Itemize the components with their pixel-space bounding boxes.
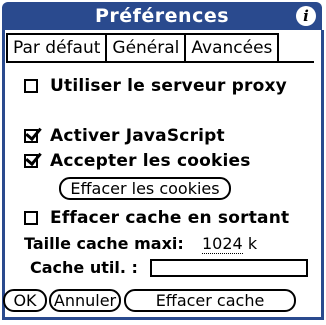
proxy-option[interactable]: Utiliser le serveur proxy	[24, 76, 287, 96]
clear-cache-button[interactable]: Effacer cache	[124, 289, 296, 312]
javascript-checkbox[interactable]	[24, 129, 38, 143]
cache-max-value[interactable]: 1024	[202, 234, 243, 254]
cookies-label: Accepter les cookies	[50, 151, 251, 171]
cancel-button[interactable]: Annuler	[49, 289, 121, 312]
cookies-checkbox[interactable]	[24, 154, 38, 168]
cookies-option[interactable]: Accepter les cookies	[24, 151, 251, 171]
javascript-label: Activer JavaScript	[50, 126, 225, 146]
tab-bar: Par défaut Général Avancées	[6, 33, 280, 63]
proxy-label: Utiliser le serveur proxy	[50, 76, 287, 96]
cache-used-field	[150, 259, 308, 277]
clear-cache-on-exit-option[interactable]: Effacer cache en sortant	[24, 208, 289, 228]
ok-button[interactable]: OK	[3, 289, 47, 312]
cache-max-label: Taille cache maxi:	[24, 234, 184, 253]
title-bar: Préférences i	[2, 2, 322, 30]
javascript-option[interactable]: Activer JavaScript	[24, 126, 225, 146]
preferences-dialog: Préférences i Par défaut Général Avancée…	[0, 0, 326, 325]
dialog-title: Préférences	[94, 5, 230, 27]
info-icon[interactable]: i	[296, 6, 316, 26]
cache-max-unit: k	[247, 234, 258, 253]
cache-used-label: Cache util. :	[30, 258, 138, 277]
tab-avancees[interactable]: Avancées	[184, 33, 280, 63]
clear-cache-on-exit-label: Effacer cache en sortant	[50, 208, 290, 228]
tab-divider	[6, 61, 314, 63]
clear-cache-on-exit-checkbox[interactable]	[24, 211, 38, 225]
tab-general[interactable]: Général	[105, 33, 185, 63]
cache-max-field[interactable]: 1024 k	[202, 234, 258, 254]
clear-cookies-button[interactable]: Effacer les cookies	[59, 177, 231, 200]
proxy-checkbox[interactable]	[24, 79, 38, 93]
tab-par-defaut[interactable]: Par défaut	[6, 33, 106, 63]
